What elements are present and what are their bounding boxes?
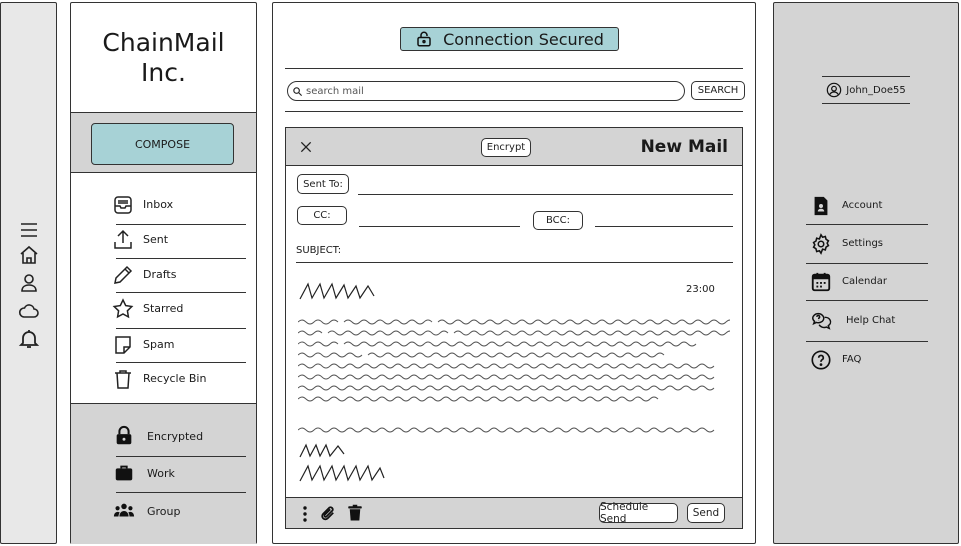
main-panel: Connection Secured search mail SEARCH En…: [272, 2, 756, 544]
cc-field-label: CC:: [297, 206, 347, 225]
brand-line2: Inc.: [141, 57, 186, 87]
search-input[interactable]: search mail: [287, 81, 685, 101]
encrypt-button[interactable]: Encrypt: [481, 138, 531, 157]
folder-drafts[interactable]: Drafts: [111, 260, 256, 290]
search-button[interactable]: SEARCH: [691, 81, 745, 100]
cc-field[interactable]: [359, 226, 520, 227]
mail-time: 23:00: [686, 284, 715, 295]
attach-icon[interactable]: [319, 504, 337, 523]
lock-icon: [116, 425, 132, 445]
brand-line1: ChainMail: [102, 27, 225, 57]
to-field[interactable]: [358, 194, 733, 195]
folder-spam[interactable]: Spam: [111, 330, 256, 360]
greeting-scribble: [299, 282, 375, 300]
gear-icon: [812, 233, 830, 255]
mail-footer: Schedule Send Send: [286, 497, 742, 528]
folder-inbox[interactable]: Inbox: [111, 190, 256, 220]
label-text: Group: [147, 505, 181, 518]
folder-recycle-bin[interactable]: Recycle Bin: [111, 364, 256, 394]
schedule-send-button[interactable]: Schedule Send: [599, 501, 678, 525]
delete-icon[interactable]: [346, 503, 364, 523]
nav-sidebar: ChainMail Inc. COMPOSE Inbox Sent Drafts…: [70, 2, 257, 544]
trash-icon: [115, 370, 131, 389]
cloud-icon[interactable]: [17, 299, 41, 323]
label-work[interactable]: Work: [113, 461, 253, 487]
labels-section: Encrypted Work Group: [71, 403, 256, 544]
label-text: Work: [147, 467, 175, 480]
subject-label: SUBJECT:: [296, 245, 342, 256]
people-icon: [113, 503, 135, 517]
star-icon: [112, 298, 134, 319]
folder-label: Spam: [143, 338, 175, 351]
compose-area: COMPOSE: [71, 113, 256, 173]
settings-item-help-chat[interactable]: Help Chat: [810, 308, 950, 336]
account-panel: John_Doe55 Account Settings Calendar Hel…: [773, 2, 959, 544]
body-paragraph-scribble: [298, 319, 730, 402]
search-placeholder: search mail: [306, 85, 364, 97]
account-file-icon: [814, 196, 828, 216]
more-options-icon[interactable]: [300, 505, 310, 523]
label-text: Encrypted: [147, 430, 204, 443]
question-icon: [811, 350, 831, 370]
bcc-field[interactable]: [595, 226, 733, 227]
settings-item-settings[interactable]: Settings: [810, 231, 950, 259]
inbox-icon: [114, 196, 132, 214]
user-profile-button[interactable]: John_Doe55: [822, 76, 910, 104]
compose-button[interactable]: COMPOSE: [91, 123, 234, 165]
settings-label: Account: [842, 200, 883, 211]
bell-icon[interactable]: [17, 327, 41, 351]
label-encrypted[interactable]: Encrypted: [113, 424, 253, 450]
folder-label: Starred: [143, 302, 184, 315]
home-icon[interactable]: [17, 243, 41, 267]
connection-status-badge: Connection Secured: [400, 27, 619, 51]
folder-label: Inbox: [143, 198, 174, 211]
signoff-scribble: [299, 443, 345, 458]
mail-title: New Mail: [640, 137, 728, 157]
subject-field[interactable]: [296, 262, 733, 263]
to-field-label: Sent To:: [297, 174, 349, 194]
body-closing-scribble: [298, 427, 715, 433]
chat-icon: [812, 313, 832, 330]
search-icon: [293, 86, 303, 96]
username: John_Doe55: [846, 84, 906, 96]
briefcase-icon: [115, 465, 133, 481]
brand-logo: ChainMail Inc.: [71, 3, 256, 113]
close-icon[interactable]: [298, 139, 314, 155]
menu-icon[interactable]: [17, 218, 41, 242]
settings-label: Help Chat: [846, 315, 896, 326]
folder-label: Recycle Bin: [143, 372, 207, 385]
settings-label: Settings: [842, 238, 884, 249]
settings-item-account[interactable]: Account: [810, 193, 950, 221]
folder-label: Drafts: [143, 268, 177, 281]
signature-scribble: [299, 464, 385, 482]
upload-icon: [114, 229, 132, 249]
settings-item-calendar[interactable]: Calendar: [810, 269, 950, 297]
folder-starred[interactable]: Starred: [111, 294, 256, 324]
folder-sent[interactable]: Sent: [111, 225, 256, 255]
bcc-field-label: BCC:: [533, 211, 583, 230]
user-circle-icon: [826, 82, 842, 98]
settings-label: Calendar: [842, 276, 887, 287]
settings-label: FAQ: [842, 354, 862, 365]
icon-rail: [0, 2, 57, 544]
mail-header: Encrypt New Mail: [286, 128, 742, 166]
label-group[interactable]: Group: [113, 499, 253, 525]
pencil-icon: [114, 265, 133, 284]
status-text: Connection Secured: [443, 29, 604, 49]
user-icon[interactable]: [17, 271, 41, 295]
unlock-icon: [417, 31, 431, 47]
settings-item-faq[interactable]: FAQ: [810, 347, 950, 375]
new-mail-window: Encrypt New Mail Sent To: CC: BCC: SUBJE…: [285, 127, 743, 529]
note-icon: [115, 336, 131, 354]
folder-label: Sent: [143, 233, 169, 246]
calendar-icon: [811, 272, 831, 292]
send-button[interactable]: Send: [687, 503, 725, 523]
